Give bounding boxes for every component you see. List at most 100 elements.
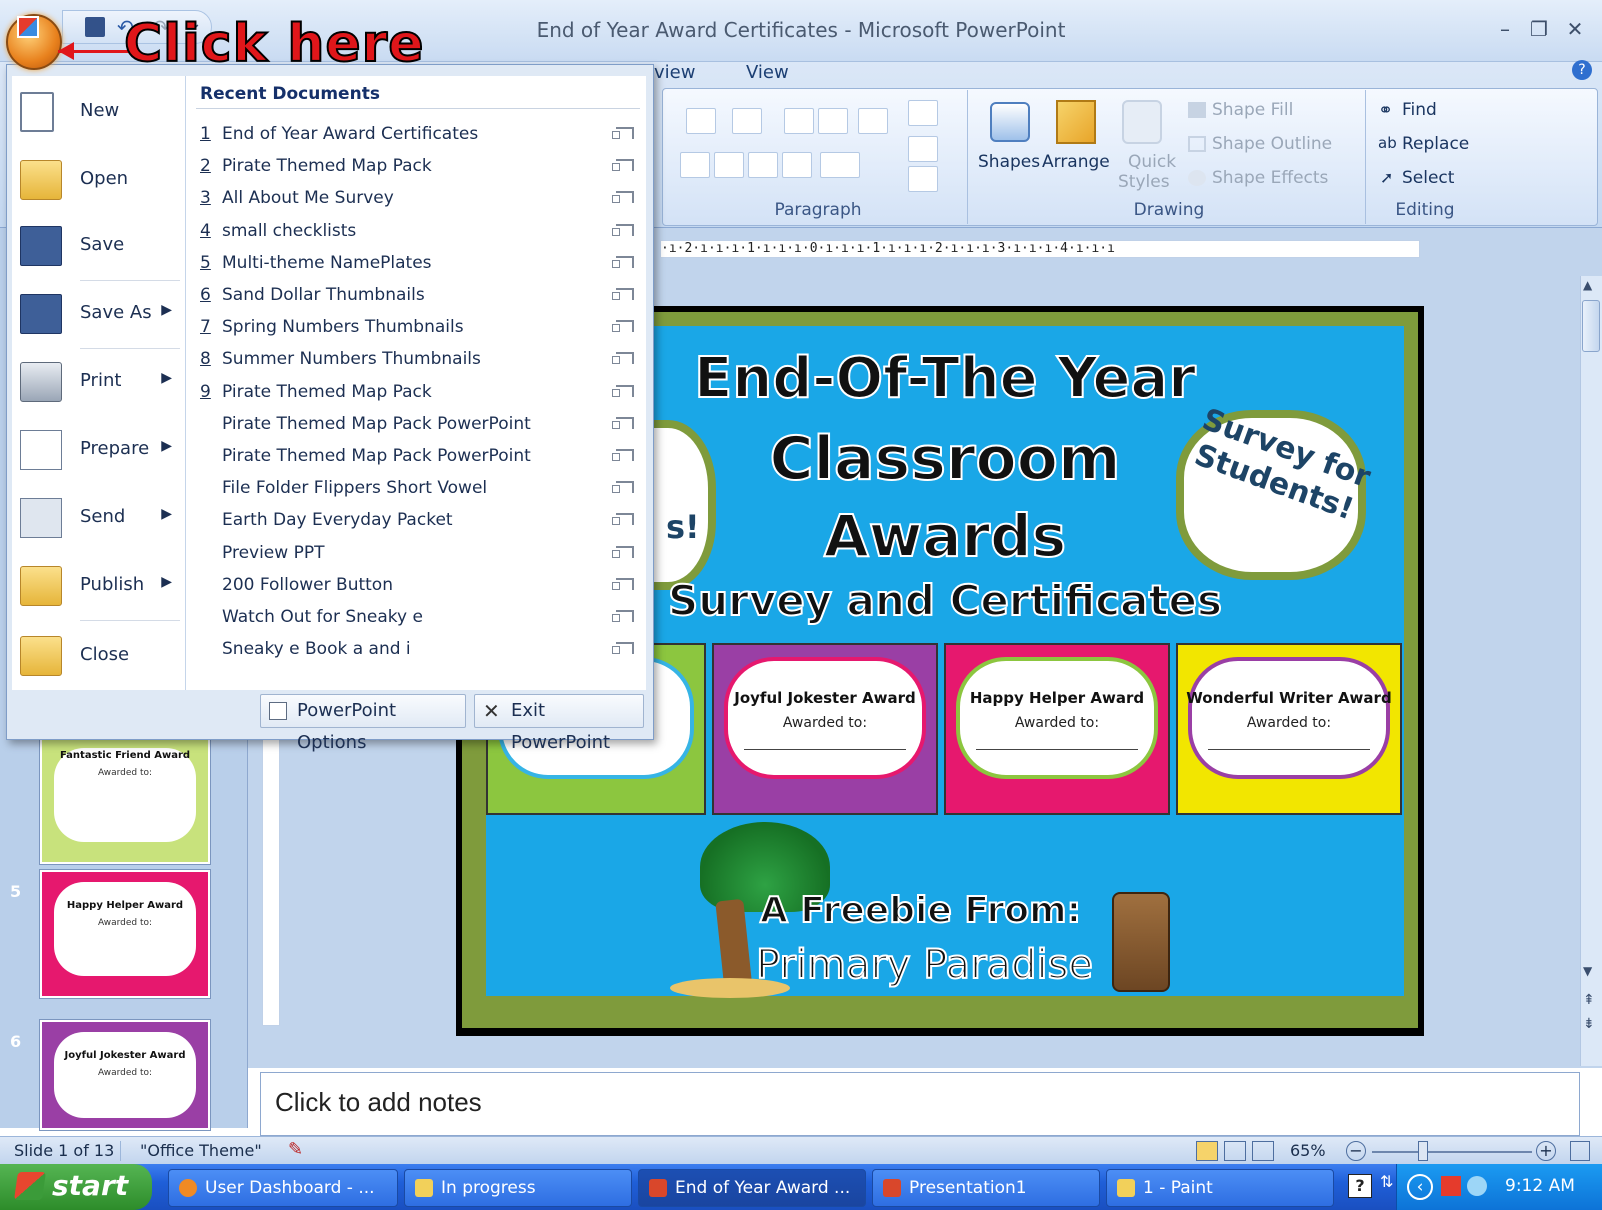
menu-prepare[interactable]: Prepare ▶ (14, 420, 184, 480)
find-button[interactable]: Find (1402, 100, 1437, 120)
zoom-level[interactable]: 65% (1290, 1141, 1326, 1160)
shape-fill-button[interactable]: Shape Fill (1212, 100, 1293, 120)
recent-document-item[interactable]: 1 End of Year Award Certificates (196, 118, 642, 150)
pin-icon[interactable] (612, 384, 634, 397)
arrange-label[interactable]: Arrange (1042, 152, 1110, 172)
align-text-button[interactable] (908, 136, 938, 162)
slide-thumbnail[interactable]: Happy Helper Award Awarded to: (40, 870, 210, 998)
slideshow-icon[interactable] (1252, 1141, 1274, 1161)
smartart-button[interactable] (908, 166, 938, 192)
shapes-icon[interactable] (990, 102, 1030, 142)
menu-save[interactable]: Save (14, 216, 184, 276)
menu-open[interactable]: Open (14, 150, 184, 210)
tray-expand-icon[interactable]: ‹ (1407, 1174, 1433, 1200)
pin-icon[interactable] (612, 223, 634, 236)
tray-app-icon[interactable] (1441, 1176, 1461, 1196)
select-button[interactable]: Select (1402, 168, 1454, 188)
pin-icon[interactable] (612, 642, 634, 655)
notes-pane[interactable]: Click to add notes (260, 1072, 1580, 1136)
scrollbar-thumb[interactable] (1582, 300, 1600, 352)
exit-powerpoint-button[interactable]: ✕ Exit PowerPoint (474, 694, 644, 753)
vertical-scrollbar[interactable] (1580, 276, 1602, 1066)
pin-icon[interactable] (612, 513, 634, 526)
pin-icon[interactable] (612, 449, 634, 461)
quick-styles-label[interactable]: Quick (1128, 152, 1176, 172)
zoom-in-icon[interactable]: + (1536, 1141, 1556, 1161)
recent-document-item[interactable]: 6 Sand Dollar Thumbnails (196, 279, 642, 311)
restore-button[interactable]: ❐ (1524, 14, 1554, 44)
recent-document-item[interactable]: Sneaky e Book a and i (196, 633, 642, 665)
slide-thumbnail[interactable]: Joyful Jokester Award Awarded to: (40, 1020, 210, 1130)
recent-document-item[interactable]: 3 All About Me Survey (196, 182, 642, 214)
recent-document-item[interactable]: 9 Pirate Themed Map Pack (196, 376, 642, 408)
recent-document-item[interactable]: 7 Spring Numbers Thumbnails (196, 311, 642, 343)
recent-document-item[interactable]: 4 small checklists (196, 215, 642, 247)
pin-icon[interactable] (612, 610, 634, 622)
help-icon[interactable]: ? (1572, 60, 1592, 80)
menu-send[interactable]: Send ▶ (14, 488, 184, 548)
pin-icon[interactable] (612, 545, 634, 558)
recent-document-item[interactable]: Earth Day Everyday Packet (196, 504, 642, 536)
recent-document-item[interactable]: File Folder Flippers Short Vowel (196, 472, 642, 504)
tab-review[interactable]: view (654, 62, 695, 83)
slide-thumbnail[interactable]: Fantastic Friend Award Awarded to: (40, 736, 210, 864)
save-icon[interactable] (85, 17, 105, 37)
spelling-check-icon[interactable]: ✎ (288, 1139, 303, 1160)
help-icon[interactable]: ? (1348, 1174, 1372, 1198)
clock[interactable]: 9:12 AM (1505, 1176, 1575, 1196)
recent-document-item[interactable]: Watch Out for Sneaky e (196, 601, 642, 633)
quick-styles-label-2[interactable]: Styles (1118, 172, 1170, 192)
pin-icon[interactable] (612, 159, 634, 172)
recent-document-item[interactable]: 5 Multi-theme NamePlates (196, 247, 642, 279)
minimize-button[interactable]: – (1490, 14, 1520, 44)
scroll-down-icon[interactable]: ▼ (1583, 964, 1592, 978)
menu-publish[interactable]: Publish ▶ (14, 556, 184, 616)
restore-windows-icon[interactable]: ⇅ (1380, 1172, 1393, 1191)
recent-document-item[interactable]: 200 Follower Button (196, 569, 642, 601)
next-slide-icon[interactable]: ⇟ (1583, 1016, 1595, 1032)
increase-indent-button[interactable] (818, 108, 848, 134)
taskbar-item[interactable]: In progress (404, 1169, 632, 1207)
tab-view[interactable]: View (746, 62, 789, 83)
bullets-button[interactable] (686, 108, 716, 134)
menu-print[interactable]: Print ▶ (14, 352, 184, 412)
notes-placeholder[interactable]: Click to add notes (275, 1087, 482, 1118)
arrange-icon[interactable] (1056, 100, 1096, 144)
taskbar-item[interactable]: User Dashboard - ... (168, 1169, 398, 1207)
pin-icon[interactable] (612, 255, 634, 268)
powerpoint-options-button[interactable]: PowerPoint Options (260, 694, 466, 753)
taskbar-item[interactable]: 1 - Paint (1106, 1169, 1334, 1207)
pin-icon[interactable] (612, 352, 634, 365)
quick-styles-icon[interactable] (1122, 100, 1162, 144)
taskbar-item[interactable]: Presentation1 (872, 1169, 1100, 1207)
justify-button[interactable] (782, 152, 812, 178)
recent-document-item[interactable]: Preview PPT (196, 537, 642, 569)
taskbar-item[interactable]: End of Year Award ... (638, 1169, 866, 1207)
tray-network-icon[interactable] (1467, 1176, 1487, 1196)
recent-document-item[interactable]: Pirate Themed Map Pack PowerPoint (196, 440, 642, 472)
normal-view-icon[interactable] (1196, 1141, 1218, 1161)
line-spacing-button[interactable] (858, 108, 888, 134)
pin-icon[interactable] (612, 288, 634, 300)
menu-new[interactable]: New (14, 82, 184, 142)
shape-outline-button[interactable]: Shape Outline (1212, 134, 1332, 154)
pin-icon[interactable] (612, 191, 634, 204)
pin-icon[interactable] (612, 481, 634, 494)
slide-sorter-icon[interactable] (1224, 1141, 1246, 1161)
menu-save-as[interactable]: Save As ▶ (14, 284, 184, 344)
scroll-up-icon[interactable]: ▲ (1583, 278, 1592, 292)
numbering-button[interactable] (732, 108, 762, 134)
recent-document-item[interactable]: Pirate Themed Map Pack PowerPoint (196, 408, 642, 440)
decrease-indent-button[interactable] (784, 108, 814, 134)
shapes-label[interactable]: Shapes (978, 152, 1040, 172)
fit-to-window-icon[interactable] (1570, 1141, 1590, 1161)
pin-icon[interactable] (612, 577, 634, 590)
center-button[interactable] (714, 152, 744, 178)
pin-icon[interactable] (612, 320, 634, 333)
pin-icon[interactable] (612, 416, 634, 429)
previous-slide-icon[interactable]: ⇞ (1583, 992, 1595, 1008)
close-button[interactable]: ✕ (1560, 14, 1590, 44)
align-right-button[interactable] (748, 152, 778, 178)
menu-close[interactable]: Close (14, 626, 184, 686)
zoom-out-icon[interactable]: − (1346, 1141, 1366, 1161)
